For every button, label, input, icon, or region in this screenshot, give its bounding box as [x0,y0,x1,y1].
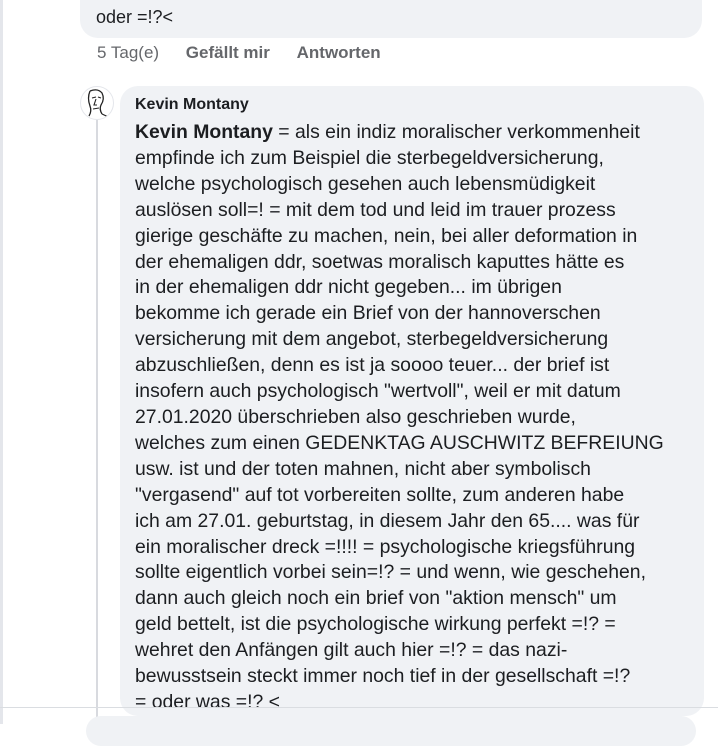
comment-line: dann auch gleich noch ein brief von "akt… [135,587,617,610]
comment-line: "vergasend" auf tot vorbereiten sollte, … [135,483,625,506]
comment-author-name[interactable]: Kevin Montany [135,96,249,114]
section-divider [0,707,718,708]
comment-line: gierige geschäfte zu machen, nein, bei a… [135,224,638,247]
comment-line: empfinde ich zum Beispiel die sterbegeld… [135,146,604,169]
comment-bubble: Kevin Montany Kevin Montany = als ein in… [120,86,704,716]
comment-line: abzuschließen, denn es ist ja soooo teue… [135,354,610,377]
comment-line: usw. ist und der toten mahnen, nicht abe… [135,457,591,480]
comment-line: bekomme ich gerade ein Brief von der han… [135,302,601,325]
comment-line: welche psychologisch gesehen auch lebens… [135,172,596,195]
comment-line: auslösen soll=! = mit dem tod und leid i… [135,198,616,221]
comment-line: ein moralischer dreck =!!!! = psychologi… [135,535,636,558]
comment-line: wehret den Anfängen gilt auch hier =!? =… [135,639,568,662]
previous-comment-text: oder =!?< [96,7,174,27]
like-link[interactable]: Gefällt mir [186,43,270,62]
comment-line: 27.01.2020 überschrieben also geschriebe… [135,405,576,428]
comment-line: ich am 27.01. geburtstag, in diesem Jahr… [135,509,640,532]
comment-line: sollte eigentlich vorbei sein=!? = und w… [135,561,646,584]
comment-line: welches zum einen GEDENKTAG AUSCHWITZ BE… [135,431,664,454]
comment-line: = oder was =!? < [135,690,280,713]
avatar[interactable] [80,86,114,120]
page-left-border [0,0,3,724]
comment-line: der ehemaligen ddr, soetwas moralisch ka… [135,250,625,273]
comment-line: Kevin Montany = als ein indiz moralische… [135,121,640,143]
comment-line: versicherung mit dem angebot, sterbegeld… [135,328,609,351]
reply-thread-line [96,120,98,724]
comment-line: in der ehemaligen ddr nicht gegeben... i… [135,276,562,299]
comment-inline-author[interactable]: Kevin Montany [135,121,273,143]
comment-line: insofern auch psychologisch "wertvoll", … [135,380,621,403]
comment-line: bewusstsein steckt immer noch tief in de… [135,665,631,688]
previous-comment-actions: 5 Tag(e) Gefällt mir Antworten [97,43,403,63]
face-sketch-icon [87,89,110,118]
comment-text: Kevin Montany = als ein indiz moralische… [135,120,691,716]
comment-timestamp[interactable]: 5 Tag(e) [97,43,159,62]
comment-line: geld bettelt, ist die psychologische wir… [135,613,616,636]
next-comment-bubble [86,716,696,746]
previous-comment-bubble [80,0,702,38]
reply-link[interactable]: Antworten [297,43,381,62]
